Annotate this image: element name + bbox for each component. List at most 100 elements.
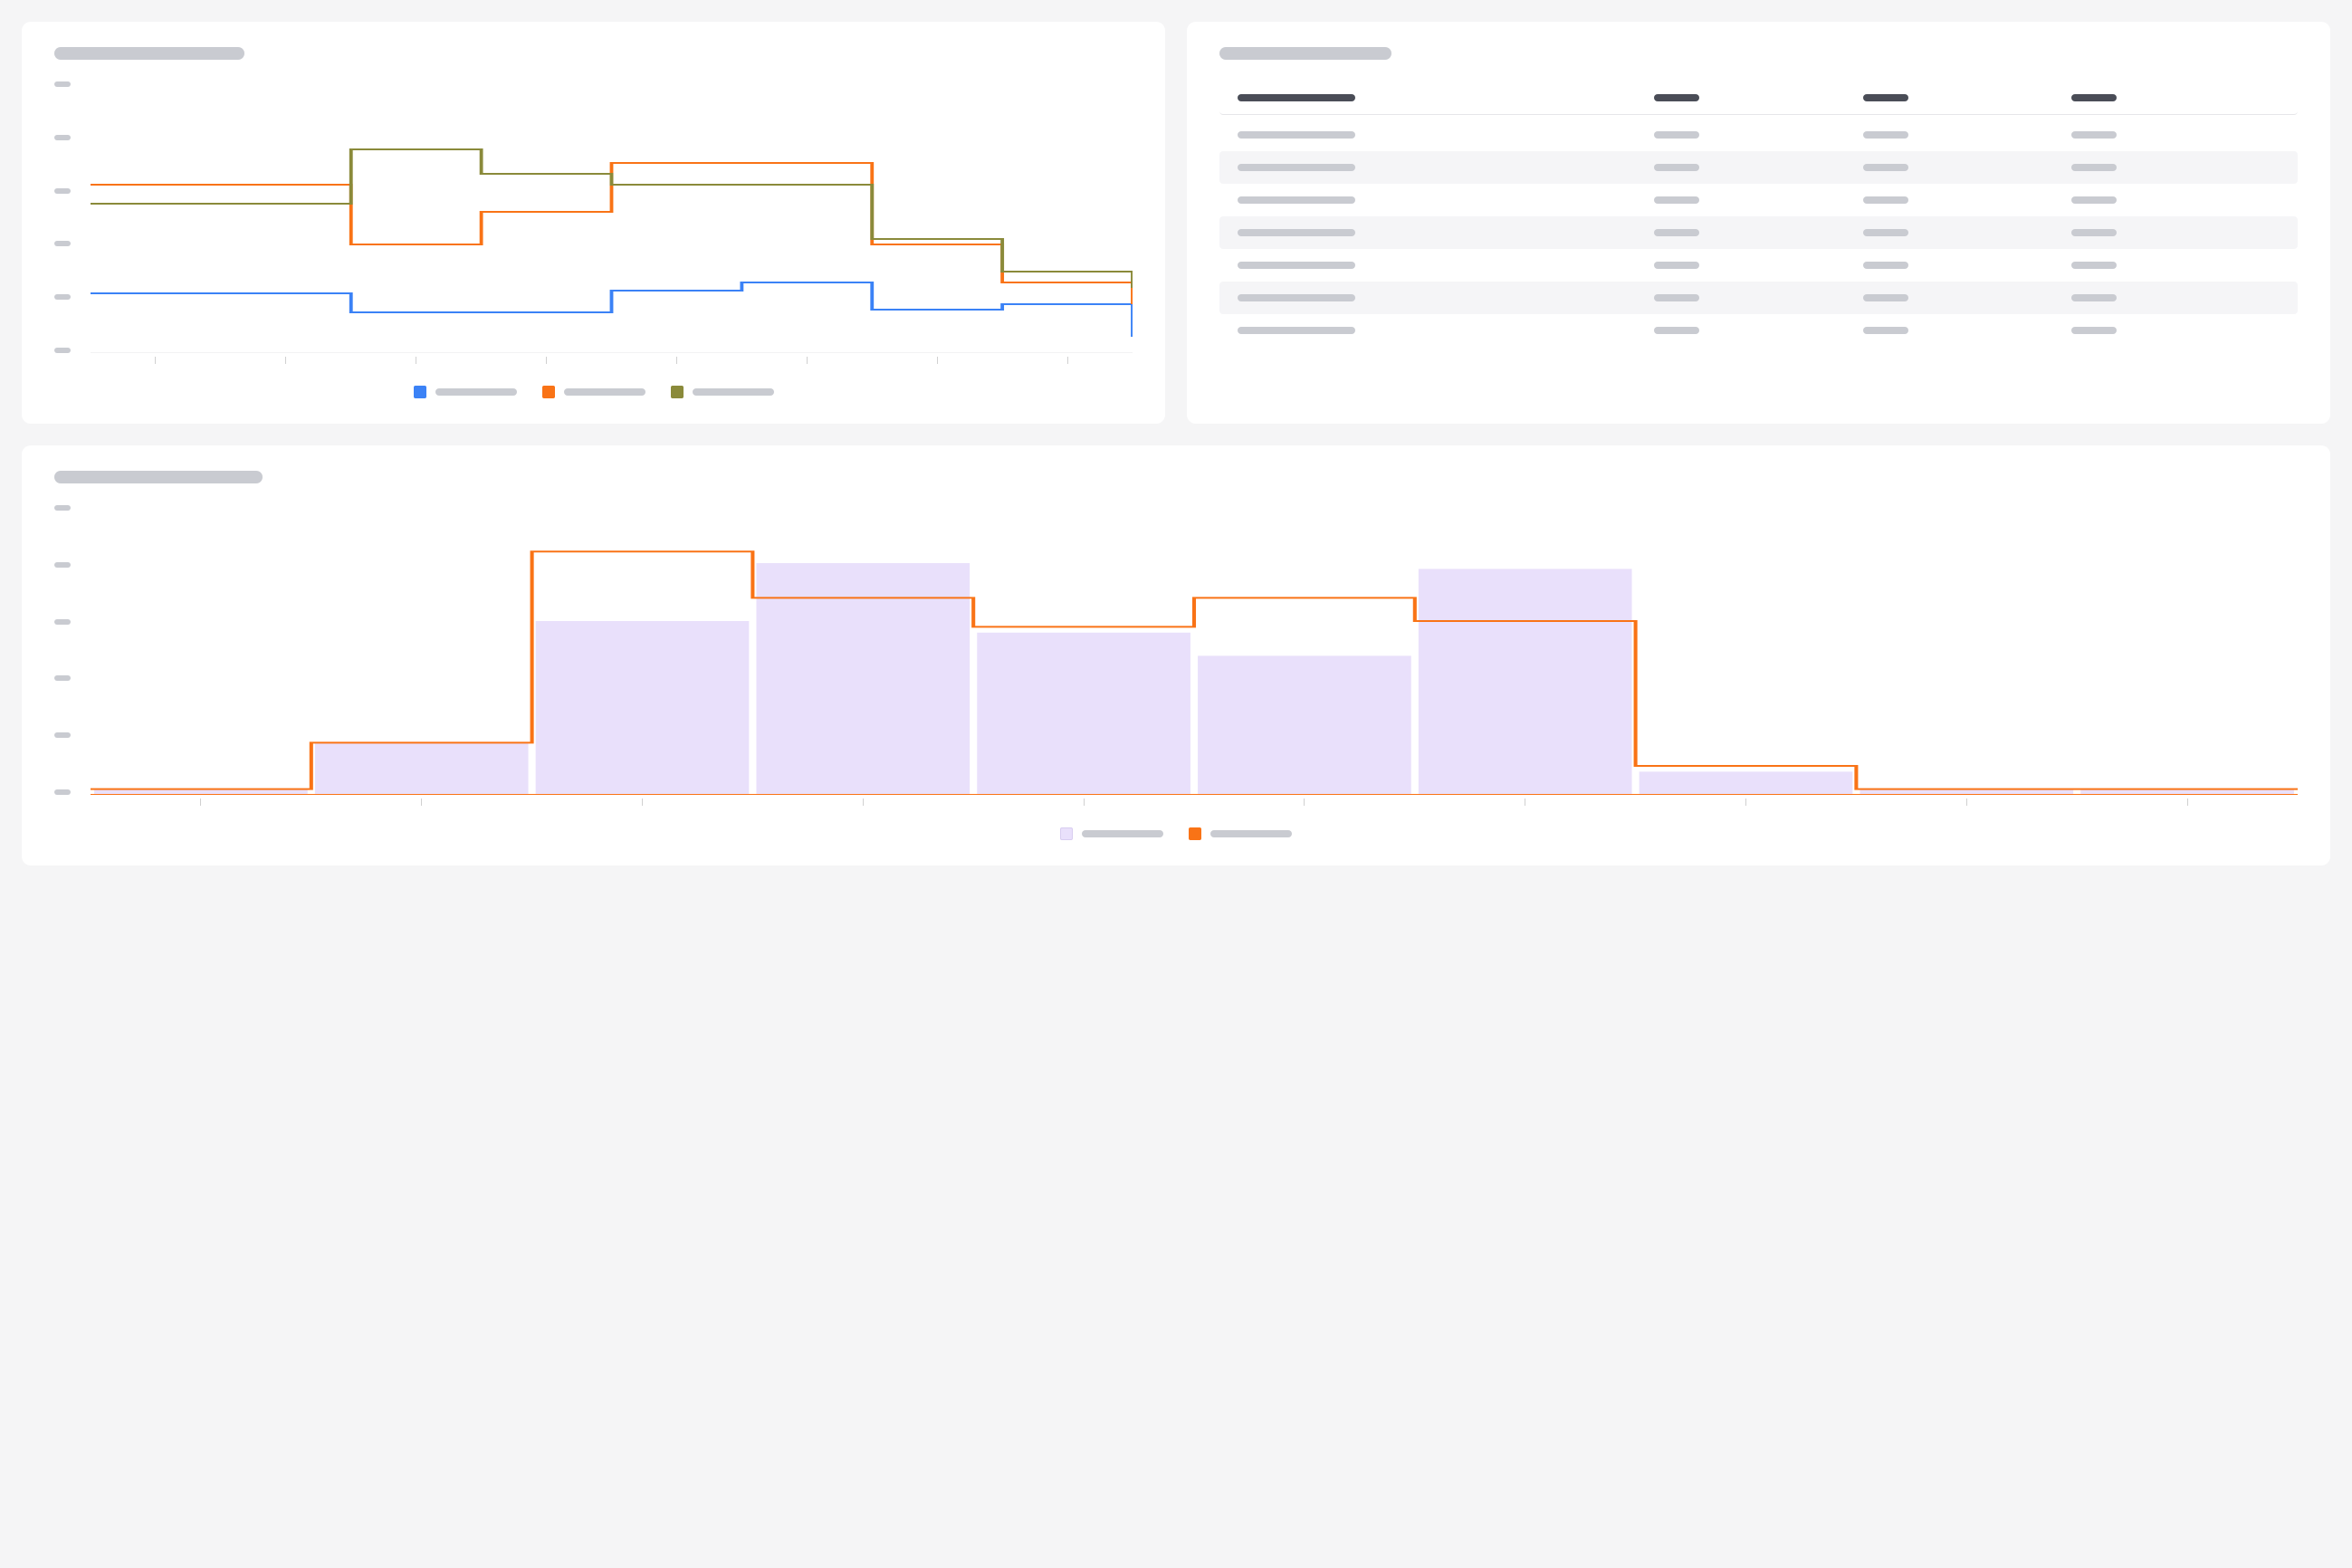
x-tick [1966,798,1967,806]
table-cell-skeleton [1654,262,1699,269]
legend-swatch [1189,827,1201,840]
x-tick [2187,798,2188,806]
step-line-chart-card [22,22,1165,424]
y-axis-ticks [54,505,81,795]
table-cell-skeleton [1863,229,1908,236]
y-tick [54,81,71,87]
table-header-row [1219,81,2298,115]
table-cell-skeleton [1863,294,1908,301]
table-row [1219,151,2298,184]
y-tick [54,789,71,795]
y-tick [54,135,71,140]
y-tick [54,294,71,300]
table-row [1219,216,2298,249]
legend-label-skeleton [564,388,645,396]
legend [54,386,1133,398]
x-tick [200,798,201,806]
table-cell-skeleton [2071,327,2117,334]
table-row [1219,184,2298,216]
table-cell-skeleton [2071,229,2117,236]
histogram-chart-card [22,445,2330,865]
table-cell-skeleton [1238,164,1355,171]
x-tick [1067,357,1068,364]
table-cell-skeleton [1863,262,1908,269]
x-tick [937,357,938,364]
table-cell-skeleton [1654,327,1699,334]
y-tick [54,562,71,568]
legend-swatch [542,386,555,398]
table-header-cell-skeleton [1654,94,1699,101]
y-tick [54,188,71,194]
chart-title-skeleton [54,47,244,60]
data-table [1219,81,2298,347]
table-cell-skeleton [1654,294,1699,301]
x-axis-ticks [91,798,2298,806]
table-title-skeleton [1219,47,1391,60]
legend-item [542,386,645,398]
table-cell-skeleton [1238,131,1355,139]
table-cell-skeleton [2071,196,2117,204]
x-tick [642,798,643,806]
table-cell-skeleton [2071,294,2117,301]
legend-label-skeleton [1082,830,1163,837]
table-cell-skeleton [1238,294,1355,301]
x-tick [676,357,677,364]
y-tick [54,505,71,511]
x-tick [285,357,286,364]
y-tick [54,348,71,353]
table-header-cell-skeleton [1238,94,1355,101]
legend-swatch [1060,827,1073,840]
legend-swatch [671,386,684,398]
legend-item [1060,827,1163,840]
legend-item [1189,827,1292,840]
table-cell-skeleton [1238,229,1355,236]
table-cell-skeleton [1654,164,1699,171]
x-tick [546,357,547,364]
table-cell-skeleton [2071,164,2117,171]
y-tick [54,619,71,625]
step-line-chart [54,81,1133,353]
legend-item [671,386,774,398]
table-cell-skeleton [1654,196,1699,204]
legend-item [414,386,517,398]
table-row [1219,282,2298,314]
x-tick [1745,798,1746,806]
y-tick [54,675,71,681]
table-cell-skeleton [1654,229,1699,236]
legend-label-skeleton [1210,830,1292,837]
x-tick [155,357,156,364]
plot-area [91,81,1133,353]
table-header-cell-skeleton [1863,94,1908,101]
x-axis-ticks [91,357,1133,364]
legend-label-skeleton [693,388,774,396]
histogram-chart [54,505,2298,795]
y-tick [54,241,71,246]
table-cell-skeleton [2071,131,2117,139]
table-cell-skeleton [1238,196,1355,204]
plot-area [91,505,2298,795]
legend-label-skeleton [435,388,517,396]
table-cell-skeleton [1863,131,1908,139]
table-header-cell-skeleton [2071,94,2117,101]
x-tick [1304,798,1305,806]
table-cell-skeleton [1863,164,1908,171]
table-cell-skeleton [1863,196,1908,204]
x-tick [863,798,864,806]
y-tick [54,732,71,738]
x-tick [421,798,422,806]
table-row [1219,249,2298,282]
table-cell-skeleton [1238,262,1355,269]
chart-title-skeleton [54,471,263,483]
table-cell-skeleton [1863,327,1908,334]
table-row [1219,119,2298,151]
legend-swatch [414,386,426,398]
x-tick [807,357,808,364]
data-table-card [1187,22,2330,424]
x-tick [1084,798,1085,806]
legend [54,827,2298,840]
table-row [1219,314,2298,347]
table-cell-skeleton [1238,327,1355,334]
y-axis-ticks [54,81,81,353]
table-cell-skeleton [1654,131,1699,139]
table-cell-skeleton [2071,262,2117,269]
